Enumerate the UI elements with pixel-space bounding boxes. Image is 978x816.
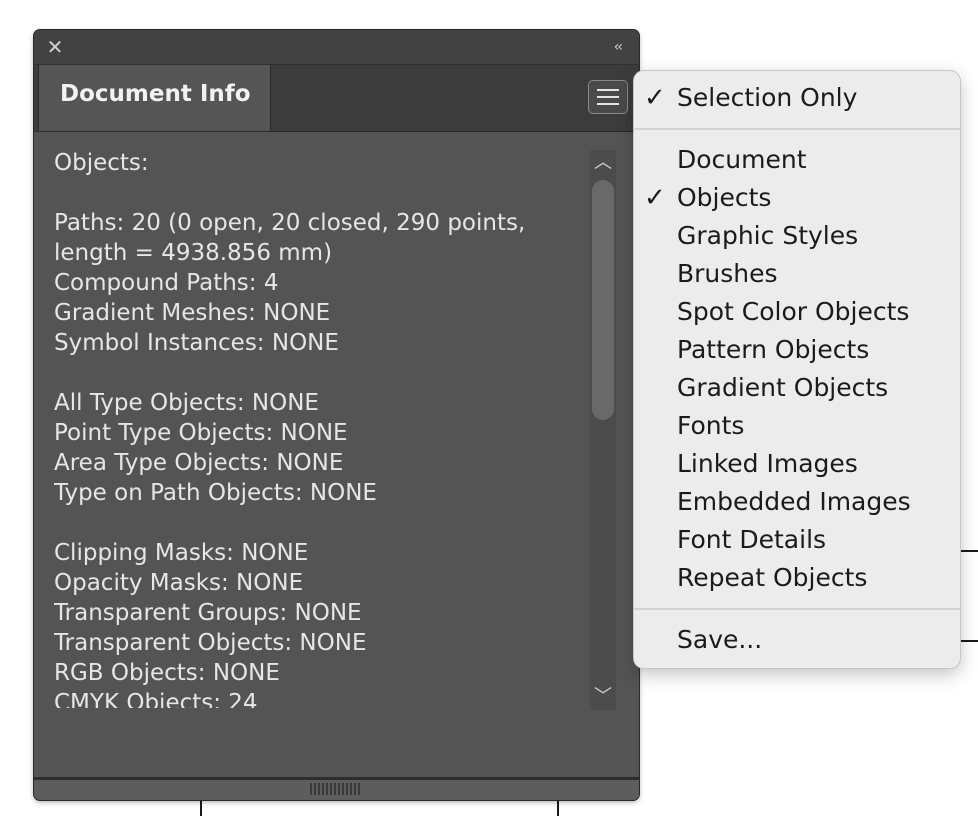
close-icon[interactable]: ✕ — [46, 37, 64, 57]
menu-item-document[interactable]: Document — [634, 141, 960, 179]
scrollbar[interactable]: ︿ ﹀ — [590, 150, 616, 710]
menu-item-gradient-objects[interactable]: Gradient Objects — [634, 369, 960, 407]
menu-item-brushes[interactable]: Brushes — [634, 255, 960, 293]
menu-item-save[interactable]: Save... — [634, 621, 960, 659]
menu-item-spot-color-objects[interactable]: Spot Color Objects — [634, 293, 960, 331]
tab-document-info[interactable]: Document Info — [38, 65, 271, 131]
menu-item-label: Document — [677, 145, 807, 174]
menu-item-label: Spot Color Objects — [677, 297, 910, 326]
menu-item-fonts[interactable]: Fonts — [634, 407, 960, 445]
menu-item-embedded-images[interactable]: Embedded Images — [634, 483, 960, 521]
info-line: Area Type Objects: NONE — [54, 450, 344, 476]
info-line: Gradient Meshes: NONE — [54, 300, 331, 326]
menu-item-linked-images[interactable]: Linked Images — [634, 445, 960, 483]
panel-titlebar[interactable]: ✕ ‹‹ — [34, 30, 639, 65]
info-line: Objects: — [54, 150, 149, 176]
tab-label: Document Info — [60, 81, 251, 107]
info-line: Opacity Masks: NONE — [54, 570, 304, 596]
menu-separator — [634, 128, 960, 130]
menu-item-label: Save... — [677, 625, 763, 654]
collapse-panel-icon[interactable]: ‹‹ — [614, 38, 623, 56]
menu-item-label: Embedded Images — [677, 487, 911, 516]
scroll-thumb[interactable] — [592, 180, 614, 420]
info-line: CMYK Objects: 24 — [54, 690, 258, 708]
info-line: Compound Paths: 4 — [54, 270, 279, 296]
info-line: Transparent Groups: NONE — [54, 600, 362, 626]
panel-resize-bar[interactable] — [34, 777, 639, 800]
menu-item-font-details[interactable]: Font Details — [634, 521, 960, 559]
info-line: Clipping Masks: NONE — [54, 540, 309, 566]
info-line: Point Type Objects: NONE — [54, 420, 348, 446]
info-line: Transparent Objects: NONE — [54, 630, 367, 656]
info-line: RGB Objects: NONE — [54, 660, 280, 686]
artboard-line — [557, 800, 559, 816]
menu-item-label: Repeat Objects — [677, 563, 868, 592]
panel-content: Objects: Paths: 20 (0 open, 20 closed, 29… — [34, 132, 639, 777]
panel-tabbar: Document Info — [34, 65, 639, 132]
menu-item-selection-only[interactable]: ✓ Selection Only — [634, 79, 960, 117]
panel-options-menu: ✓ Selection Only Document ✓ Objects Graphic S… — [634, 71, 960, 668]
menu-item-label: Graphic Styles — [677, 221, 859, 250]
menu-item-label: Objects — [677, 183, 772, 212]
menu-separator — [634, 608, 960, 610]
menu-item-label: Font Details — [677, 525, 827, 554]
chevron-up-icon[interactable]: ︿ — [590, 150, 616, 176]
menu-item-pattern-objects[interactable]: Pattern Objects — [634, 331, 960, 369]
menu-item-label: Linked Images — [677, 449, 858, 478]
menu-item-graphic-styles[interactable]: Graphic Styles — [634, 217, 960, 255]
info-line: Paths: 20 (0 open, 20 closed, 290 points… — [54, 210, 526, 266]
menu-item-objects[interactable]: ✓ Objects — [634, 179, 960, 217]
menu-item-label: Gradient Objects — [677, 373, 889, 402]
info-line: Symbol Instances: NONE — [54, 330, 339, 356]
resize-grip-icon[interactable] — [310, 783, 360, 795]
info-line: All Type Objects: NONE — [54, 390, 319, 416]
menu-item-label: Pattern Objects — [677, 335, 870, 364]
document-info-panel: ✕ ‹‹ Document Info Objects: Paths: 20 (0 … — [34, 30, 639, 800]
checkmark-icon: ✓ — [644, 83, 666, 113]
info-text-area[interactable]: Objects: Paths: 20 (0 open, 20 closed, 29… — [54, 148, 594, 708]
artboard-line — [958, 640, 978, 642]
artboard-line — [200, 800, 202, 816]
chevron-down-icon[interactable]: ﹀ — [590, 684, 616, 710]
menu-item-label: Brushes — [677, 259, 778, 288]
checkmark-icon: ✓ — [644, 183, 666, 213]
hamburger-menu-icon[interactable] — [588, 80, 628, 114]
menu-item-label: Selection Only — [677, 83, 858, 112]
menu-item-label: Fonts — [677, 411, 745, 440]
artboard-line — [958, 550, 978, 552]
menu-item-repeat-objects[interactable]: Repeat Objects — [634, 559, 960, 597]
info-line: Type on Path Objects: NONE — [54, 480, 377, 506]
